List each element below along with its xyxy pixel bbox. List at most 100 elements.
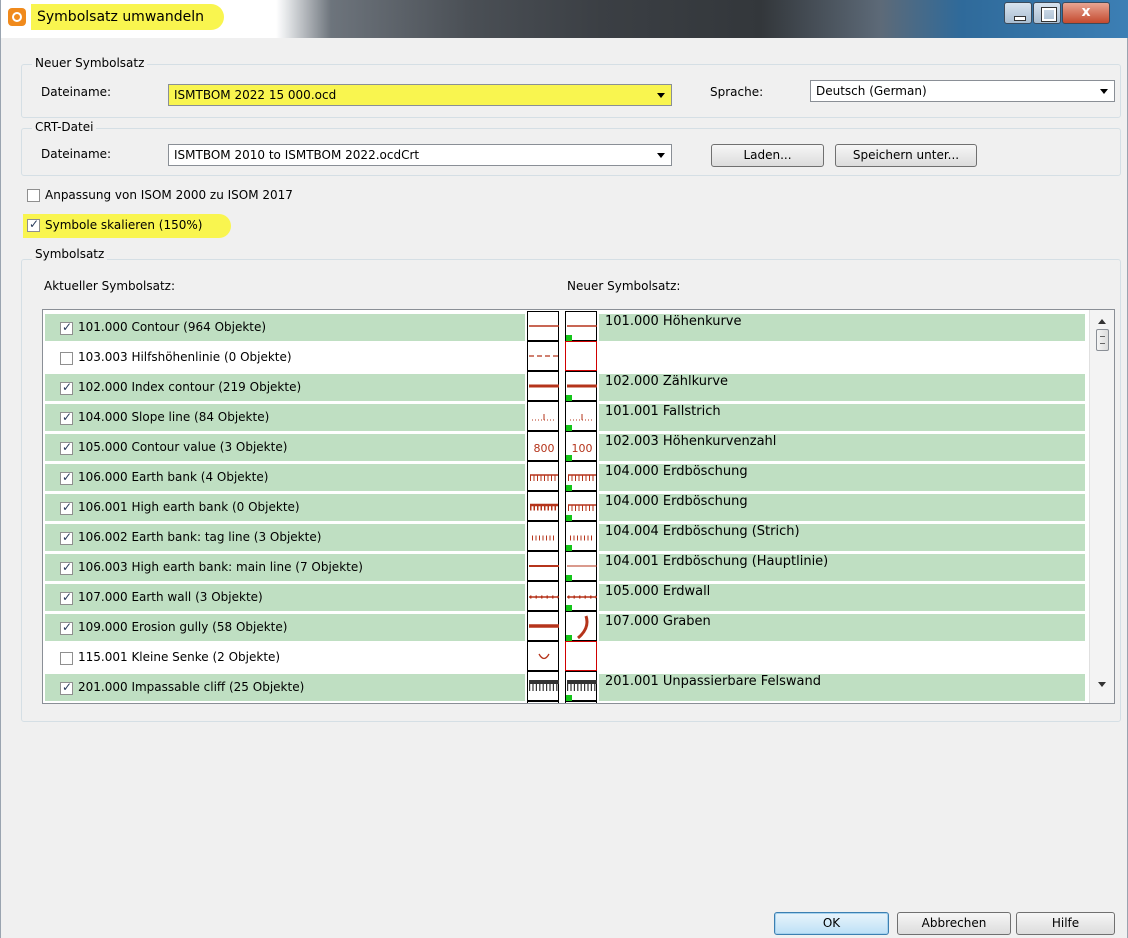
row-checkbox[interactable] xyxy=(60,590,73,605)
cancel-button[interactable]: Abbrechen xyxy=(897,912,1011,935)
current-symbol-cell[interactable]: 101.000 Contour (964 Objekte) xyxy=(45,314,525,341)
thin-line-icon[interactable] xyxy=(565,551,597,581)
index-contour-icon[interactable] xyxy=(565,371,597,401)
row-checkbox[interactable] xyxy=(60,530,73,545)
tag-line-icon[interactable] xyxy=(565,521,597,551)
close-icon: x xyxy=(1081,4,1091,20)
new-symbol-label[interactable]: 104.000 Erdböschung xyxy=(599,464,1085,491)
cliff-main-line-icon[interactable] xyxy=(565,701,597,703)
earth-wall-icon[interactable] xyxy=(565,581,597,611)
contour-value-icon: 800 xyxy=(527,431,559,461)
scroll-up-icon[interactable] xyxy=(1098,319,1106,324)
current-symbol-label: 106.002 Earth bank: tag line (3 Objekte) xyxy=(78,530,322,544)
current-symbol-cell[interactable]: 106.002 Earth bank: tag line (3 Objekte) xyxy=(45,524,525,551)
row-checkbox[interactable] xyxy=(60,560,73,575)
current-symbol-cell[interactable]: 106.000 Earth bank (4 Objekte) xyxy=(45,464,525,491)
row-checkbox[interactable] xyxy=(60,620,73,635)
current-symbol-cell[interactable]: 104.000 Slope line (84 Objekte) xyxy=(45,404,525,431)
symbol-mapping-row[interactable]: 103.003 Hilfshöhenlinie (0 Objekte) xyxy=(43,341,1088,371)
symbol-mapping-row[interactable]: 106.000 Earth bank (4 Objekte) 104.000 Er… xyxy=(43,461,1088,491)
crt-filename-combo[interactable]: ISMTBOM 2010 to ISMTBOM 2022.ocdCrt xyxy=(168,144,672,166)
current-symbol-cell[interactable]: 109.000 Erosion gully (58 Objekte) xyxy=(45,614,525,641)
slope-line-icon[interactable] xyxy=(565,401,597,431)
gully-arc-icon[interactable] xyxy=(565,611,597,641)
current-symbol-cell[interactable]: 201.000 Impassable cliff (25 Objekte) xyxy=(45,674,525,701)
help-button[interactable]: Hilfe xyxy=(1016,912,1115,935)
ok-button[interactable]: OK xyxy=(774,912,889,935)
scroll-down-icon[interactable] xyxy=(1098,682,1106,687)
contour-value-icon[interactable]: 100 xyxy=(565,431,597,461)
symbolset-legend: Symbolsatz xyxy=(32,247,108,261)
gully-icon xyxy=(527,611,559,641)
symbol-mapping-row[interactable]: 106.001 High earth bank (0 Objekte) 104.0… xyxy=(43,491,1088,521)
empty-symbol-slot[interactable] xyxy=(565,341,597,371)
symbol-mapping-row[interactable]: 107.000 Earth wall (3 Objekte) 105.000 Er… xyxy=(43,581,1088,611)
vertical-scrollbar[interactable] xyxy=(1089,310,1114,703)
adapt-isom-checkbox[interactable] xyxy=(27,189,40,202)
new-symbol-label[interactable] xyxy=(599,344,1085,371)
earth-bank-icon[interactable] xyxy=(565,461,597,491)
row-checkbox[interactable] xyxy=(60,652,73,665)
current-symbol-cell[interactable]: 103.003 Hilfshöhenlinie (0 Objekte) xyxy=(45,344,525,371)
load-button[interactable]: Laden... xyxy=(711,144,824,167)
current-symbol-cell[interactable]: 105.000 Contour value (3 Objekte) xyxy=(45,434,525,461)
contour-icon[interactable] xyxy=(565,311,597,341)
scroll-thumb[interactable] xyxy=(1096,329,1109,351)
new-symbol-label[interactable]: 104.001 Erdböschung (Hauptlinie) xyxy=(599,554,1085,581)
current-symbol-cell[interactable]: 106.001 High earth bank (0 Objekte) xyxy=(45,494,525,521)
new-symbol-label[interactable]: 107.000 Graben xyxy=(599,614,1085,641)
new-symbol-label[interactable]: 201.001 Unpassierbare Felswand xyxy=(599,674,1085,701)
current-symbol-cell[interactable]: 106.003 High earth bank: main line (7 Ob… xyxy=(45,554,525,581)
new-symbol-label[interactable]: 102.000 Zählkurve xyxy=(599,374,1085,401)
current-symbol-label: 105.000 Contour value (3 Objekte) xyxy=(78,440,288,454)
new-symbol-label[interactable]: 102.003 Höhenkurvenzahl xyxy=(599,434,1085,461)
row-checkbox[interactable] xyxy=(60,352,73,365)
current-symbol-cell[interactable]: 115.001 Kleine Senke (2 Objekte) xyxy=(45,644,525,671)
new-symbol-label[interactable]: 105.000 Erdwall xyxy=(599,584,1085,611)
symbol-mapping-row[interactable]: 109.000 Erosion gully (58 Objekte) 107.00… xyxy=(43,611,1088,641)
symbol-mapping-row[interactable]: 201.000 Impassable cliff (25 Objekte) 201… xyxy=(43,671,1088,701)
symbol-mapping-row[interactable]: 115.001 Kleine Senke (2 Objekte) xyxy=(43,641,1088,671)
symbol-mapping-row[interactable]: 106.002 Earth bank: tag line (3 Objekte)… xyxy=(43,521,1088,551)
symbol-mapping-row[interactable]: 106.003 High earth bank: main line (7 Ob… xyxy=(43,551,1088,581)
language-combo[interactable]: Deutsch (German) xyxy=(810,80,1115,102)
current-set-header: Aktueller Symbolsatz: xyxy=(44,279,176,293)
current-symbol-label: 102.000 Index contour (219 Objekte) xyxy=(78,380,302,394)
minimize-button[interactable] xyxy=(1004,2,1032,24)
new-symbol-label[interactable]: 104.004 Erdböschung (Strich) xyxy=(599,524,1085,551)
current-symbol-cell[interactable]: 107.000 Earth wall (3 Objekte) xyxy=(45,584,525,611)
empty-symbol-slot[interactable] xyxy=(565,641,597,671)
symbol-mapping-row[interactable]: 105.000 Contour value (3 Objekte) 800 100 1… xyxy=(43,431,1088,461)
new-symbol-label[interactable] xyxy=(599,644,1085,671)
symbol-mapping-row[interactable]: 104.000 Slope line (84 Objekte) 101.001 F… xyxy=(43,401,1088,431)
save-as-button[interactable]: Speichern unter... xyxy=(835,144,977,167)
current-symbol-label: 101.000 Contour (964 Objekte) xyxy=(78,320,267,334)
new-symbol-label[interactable]: 101.001 Fallstrich xyxy=(599,404,1085,431)
row-checkbox[interactable] xyxy=(60,380,73,395)
row-checkbox[interactable] xyxy=(60,680,73,695)
chevron-down-icon xyxy=(1100,89,1108,94)
row-checkbox[interactable] xyxy=(60,470,73,485)
symbol-mapping-row[interactable]: 201.001 Impassable cliff: main line (214… xyxy=(43,701,1088,703)
svg-text:800: 800 xyxy=(534,442,555,455)
row-checkbox[interactable] xyxy=(60,320,73,335)
new-symbol-label[interactable]: 101.000 Höhenkurve xyxy=(599,314,1085,341)
chevron-down-icon xyxy=(657,153,665,158)
symbol-mapping-row[interactable]: 102.000 Index contour (219 Objekte) 102.0… xyxy=(43,371,1088,401)
close-button[interactable]: x xyxy=(1062,2,1110,24)
symbol-mapping-list[interactable]: 101.000 Contour (964 Objekte) 101.000 Höh… xyxy=(42,309,1115,704)
new-symbol-label[interactable]: 104.000 Erdböschung xyxy=(599,494,1085,521)
row-checkbox[interactable] xyxy=(60,500,73,515)
new-filename-combo[interactable]: ISMTBOM 2022 15 000.ocd xyxy=(168,84,672,106)
row-checkbox[interactable] xyxy=(60,440,73,455)
scale-symbols-checkbox[interactable] xyxy=(27,217,40,232)
title-bar[interactable]: Symbolsatz umwandeln x xyxy=(1,0,1128,38)
current-symbol-cell[interactable]: 102.000 Index contour (219 Objekte) xyxy=(45,374,525,401)
current-symbol-label: 106.001 High earth bank (0 Objekte) xyxy=(78,500,300,514)
maximize-button[interactable] xyxy=(1033,2,1061,24)
contour-icon xyxy=(527,311,559,341)
cliff-icon[interactable] xyxy=(565,671,597,701)
symbol-mapping-row[interactable]: 101.000 Contour (964 Objekte) 101.000 Höh… xyxy=(43,311,1088,341)
row-checkbox[interactable] xyxy=(60,410,73,425)
earth-bank-icon[interactable] xyxy=(565,491,597,521)
